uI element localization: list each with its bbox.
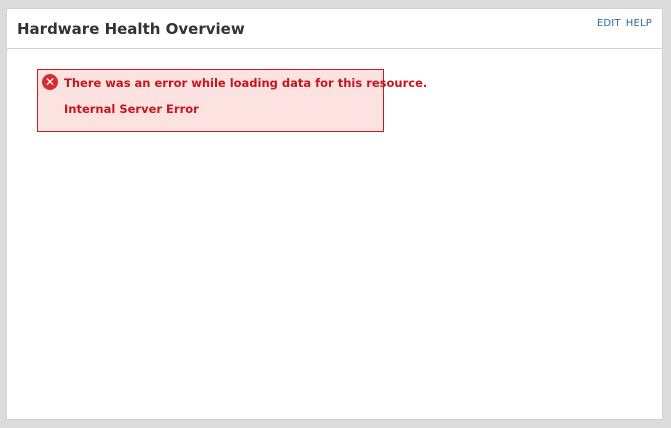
help-link[interactable]: HELP bbox=[626, 18, 652, 29]
edit-link[interactable]: EDIT bbox=[597, 18, 621, 29]
error-detail: Internal Server Error bbox=[64, 102, 199, 116]
header-links: EDIT HELP bbox=[592, 18, 652, 29]
error-x-icon: ✕ bbox=[42, 74, 58, 90]
error-message: There was an error while loading data fo… bbox=[64, 76, 428, 90]
panel-title: Hardware Health Overview bbox=[17, 20, 245, 38]
error-message-box: ✕ There was an error while loading data … bbox=[37, 69, 427, 132]
resource-panel: Hardware Health Overview EDIT HELP ✕ Ther… bbox=[6, 8, 663, 420]
panel-header: Hardware Health Overview EDIT HELP bbox=[7, 9, 662, 49]
